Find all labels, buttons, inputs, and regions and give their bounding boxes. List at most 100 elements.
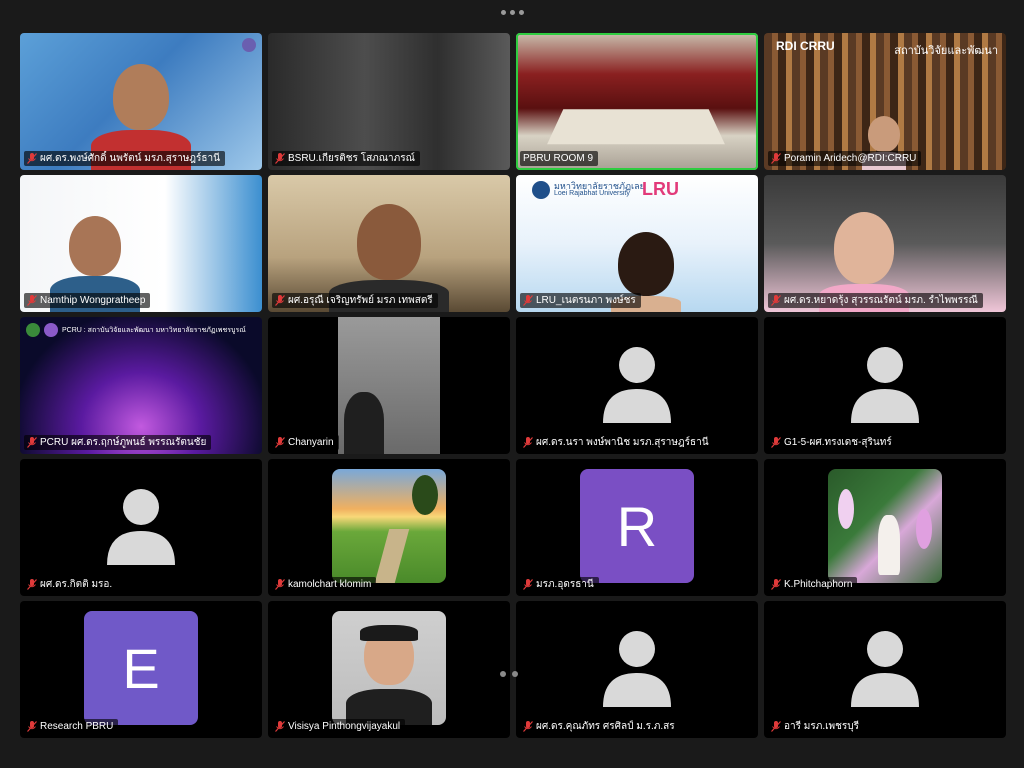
muted-mic-icon bbox=[523, 437, 533, 448]
participant-name-label: kamolchart klomim bbox=[272, 577, 377, 592]
participant-name-label: Research PBRU bbox=[24, 719, 119, 734]
muted-mic-icon bbox=[275, 579, 285, 590]
muted-mic-icon bbox=[771, 437, 781, 448]
participant-name: Namthip Wongpratheep bbox=[40, 295, 146, 306]
participant-name: ผศ.ดร.คุณภัทร ศรศิลป์ ม.ร.ภ.สร bbox=[536, 721, 675, 732]
participant-tile-active-speaker[interactable]: PBRU ROOM 9 bbox=[516, 33, 758, 170]
participant-tile[interactable]: Chanyarin bbox=[268, 317, 510, 454]
participant-name-label: G1-5-ผศ.ทรงเดช-สุรินทร์ bbox=[768, 435, 897, 450]
participant-tile[interactable]: ผศ.ดร.กิตติ มรอ. bbox=[20, 459, 262, 596]
initial-avatar: R bbox=[580, 469, 694, 583]
participant-name-label: ผศ.ดร.กิตติ มรอ. bbox=[24, 577, 118, 592]
muted-mic-icon bbox=[27, 153, 37, 164]
default-avatar-icon bbox=[603, 631, 671, 707]
participant-tile[interactable]: ผศ.ดร.พงษ์ศักดิ์ นพรัตน์ มรภ.สุราษฎร์ธาน… bbox=[20, 33, 262, 170]
institute-logo-icon bbox=[44, 323, 58, 337]
participant-tile[interactable]: มหาวิทยาลัยราชภัฏเลย Loei Rajabhat Unive… bbox=[516, 175, 758, 312]
participant-name-label: ผศ.ดร.หยาดรุ้ง สุวรรณรัตน์ มรภ. รำไพพรรณ… bbox=[768, 293, 983, 308]
participant-name-label: LRU_เนตรนภา พงษ์ชร bbox=[520, 293, 641, 308]
university-seal-icon bbox=[532, 181, 550, 199]
logo-icon bbox=[242, 38, 256, 52]
meeting-table bbox=[547, 109, 725, 145]
profile-photo bbox=[332, 469, 446, 583]
default-avatar-icon bbox=[107, 489, 175, 565]
participant-tile[interactable]: PCRU : สถาบันวิจัยและพัฒนา มหาวิทยาลัยรา… bbox=[20, 317, 262, 454]
participant-name-label: ผศ.ดร.คุณภัทร ศรศิลป์ ม.ร.ภ.สร bbox=[520, 719, 680, 734]
university-seal-icon bbox=[26, 323, 40, 337]
participant-name-label: ผศ.ดร.นรา พงษ์พานิช มรภ.สุราษฎร์ธานี bbox=[520, 435, 714, 450]
participant-tile[interactable]: ผศ.ดร.นรา พงษ์พานิช มรภ.สุราษฎร์ธานี bbox=[516, 317, 758, 454]
participant-tile[interactable]: E Research PBRU bbox=[20, 601, 262, 738]
participant-name: K.Phitchaphorn bbox=[784, 579, 853, 590]
more-options-icon[interactable] bbox=[500, 8, 524, 16]
muted-mic-icon bbox=[771, 579, 781, 590]
participant-name: ผศ.ดร.พงษ์ศักดิ์ นพรัตน์ มรภ.สุราษฎร์ธาน… bbox=[40, 153, 220, 164]
participant-name: ผศ.ดร.นรา พงษ์พานิช มรภ.สุราษฎร์ธานี bbox=[536, 437, 709, 448]
participant-name-label: อารี มรภ.เพชรบุรี bbox=[768, 719, 864, 734]
participant-video bbox=[338, 317, 440, 454]
dot bbox=[518, 9, 524, 15]
muted-mic-icon bbox=[275, 153, 285, 164]
participant-name-label: ผศ.อรุณี เจริญทรัพย์ มรภ เทพสตรี bbox=[272, 293, 438, 308]
overlay-banner-text: PCRU : สถาบันวิจัยและพัฒนา มหาวิทยาลัยรา… bbox=[62, 327, 246, 334]
participant-grid: ผศ.ดร.พงษ์ศักดิ์ นพรัตน์ มรภ.สุราษฎร์ธาน… bbox=[20, 33, 1006, 738]
participant-name: LRU_เนตรนภา พงษ์ชร bbox=[536, 295, 636, 306]
participant-name-label: Namthip Wongpratheep bbox=[24, 293, 151, 308]
participant-name: ผศ.อรุณี เจริญทรัพย์ มรภ เทพสตรี bbox=[288, 295, 433, 306]
participant-tile[interactable]: Visisya Pinthongvijayakul bbox=[268, 601, 510, 738]
muted-mic-icon bbox=[275, 721, 285, 732]
page-dots-icon[interactable] bbox=[500, 671, 518, 677]
participant-name: Research PBRU bbox=[40, 721, 114, 732]
default-avatar-icon bbox=[851, 347, 919, 423]
profile-photo bbox=[828, 469, 942, 583]
participant-name-label: BSRU.เกียรติชร โสภณาภรณ์ bbox=[272, 151, 420, 166]
participant-name-label: ผศ.ดร.พงษ์ศักดิ์ นพรัตน์ มรภ.สุราษฎร์ธาน… bbox=[24, 151, 225, 166]
participant-tile[interactable]: ผศ.ดร.หยาดรุ้ง สุวรรณรัตน์ มรภ. รำไพพรรณ… bbox=[764, 175, 1006, 312]
muted-mic-icon bbox=[27, 721, 37, 732]
participant-tile[interactable]: R มรภ.อุดรธานี bbox=[516, 459, 758, 596]
muted-mic-icon bbox=[523, 721, 533, 732]
participant-name: Poramin Aridech@RDI:CRRU bbox=[784, 153, 917, 164]
participant-name: BSRU.เกียรติชร โสภณาภรณ์ bbox=[288, 153, 415, 164]
participant-tile[interactable]: RDI CRRU สถาบันวิจัยและพัฒนา Poramin Ari… bbox=[764, 33, 1006, 170]
overlay-subtitle-en: Loei Rajabhat University bbox=[554, 190, 630, 197]
participant-tile[interactable]: Namthip Wongpratheep bbox=[20, 175, 262, 312]
participant-name: PCRU ผศ.ดร.ฤกษ์ภูพนธ์ พรรณรัตนชัย bbox=[40, 437, 207, 448]
muted-mic-icon bbox=[523, 295, 533, 306]
muted-mic-icon bbox=[523, 579, 533, 590]
participant-name: ผศ.ดร.กิตติ มรอ. bbox=[40, 579, 113, 590]
muted-mic-icon bbox=[27, 437, 37, 448]
overlay-subtitle: สถาบันวิจัยและพัฒนา bbox=[894, 45, 998, 57]
participant-name: มรภ.อุดรธานี bbox=[536, 579, 594, 590]
default-avatar-icon bbox=[851, 631, 919, 707]
overlay-logo-text: RDI CRRU bbox=[776, 39, 835, 53]
muted-mic-icon bbox=[771, 153, 781, 164]
muted-mic-icon bbox=[27, 295, 37, 306]
overlay-logo-text: LRU bbox=[642, 179, 679, 199]
page-dot[interactable] bbox=[512, 671, 518, 677]
participant-tile[interactable]: kamolchart klomim bbox=[268, 459, 510, 596]
participant-name: อารี มรภ.เพชรบุรี bbox=[784, 721, 859, 732]
page-dot[interactable] bbox=[500, 671, 506, 677]
muted-mic-icon bbox=[275, 295, 285, 306]
dot bbox=[509, 9, 515, 15]
participant-tile[interactable]: K.Phitchaphorn bbox=[764, 459, 1006, 596]
participant-name: ผศ.ดร.หยาดรุ้ง สุวรรณรัตน์ มรภ. รำไพพรรณ… bbox=[784, 295, 978, 306]
participant-name: Chanyarin bbox=[288, 437, 334, 448]
participant-tile[interactable]: BSRU.เกียรติชร โสภณาภรณ์ bbox=[268, 33, 510, 170]
participant-tile[interactable]: G1-5-ผศ.ทรงเดช-สุรินทร์ bbox=[764, 317, 1006, 454]
participant-name: kamolchart klomim bbox=[288, 579, 372, 590]
participant-tile[interactable]: ผศ.อรุณี เจริญทรัพย์ มรภ เทพสตรี bbox=[268, 175, 510, 312]
muted-mic-icon bbox=[771, 721, 781, 732]
participant-tile[interactable]: ผศ.ดร.คุณภัทร ศรศิลป์ ม.ร.ภ.สร bbox=[516, 601, 758, 738]
participant-name-label: Chanyarin bbox=[272, 435, 339, 450]
muted-mic-icon bbox=[275, 437, 285, 448]
default-avatar-icon bbox=[603, 347, 671, 423]
participant-name-label: Poramin Aridech@RDI:CRRU bbox=[768, 151, 922, 166]
participant-name-label: มรภ.อุดรธานี bbox=[520, 577, 599, 592]
participant-tile[interactable]: อารี มรภ.เพชรบุรี bbox=[764, 601, 1006, 738]
initial-avatar: E bbox=[84, 611, 198, 725]
muted-mic-icon bbox=[27, 579, 37, 590]
participant-name: Visisya Pinthongvijayakul bbox=[288, 721, 401, 732]
participant-name: G1-5-ผศ.ทรงเดช-สุรินทร์ bbox=[784, 437, 892, 448]
